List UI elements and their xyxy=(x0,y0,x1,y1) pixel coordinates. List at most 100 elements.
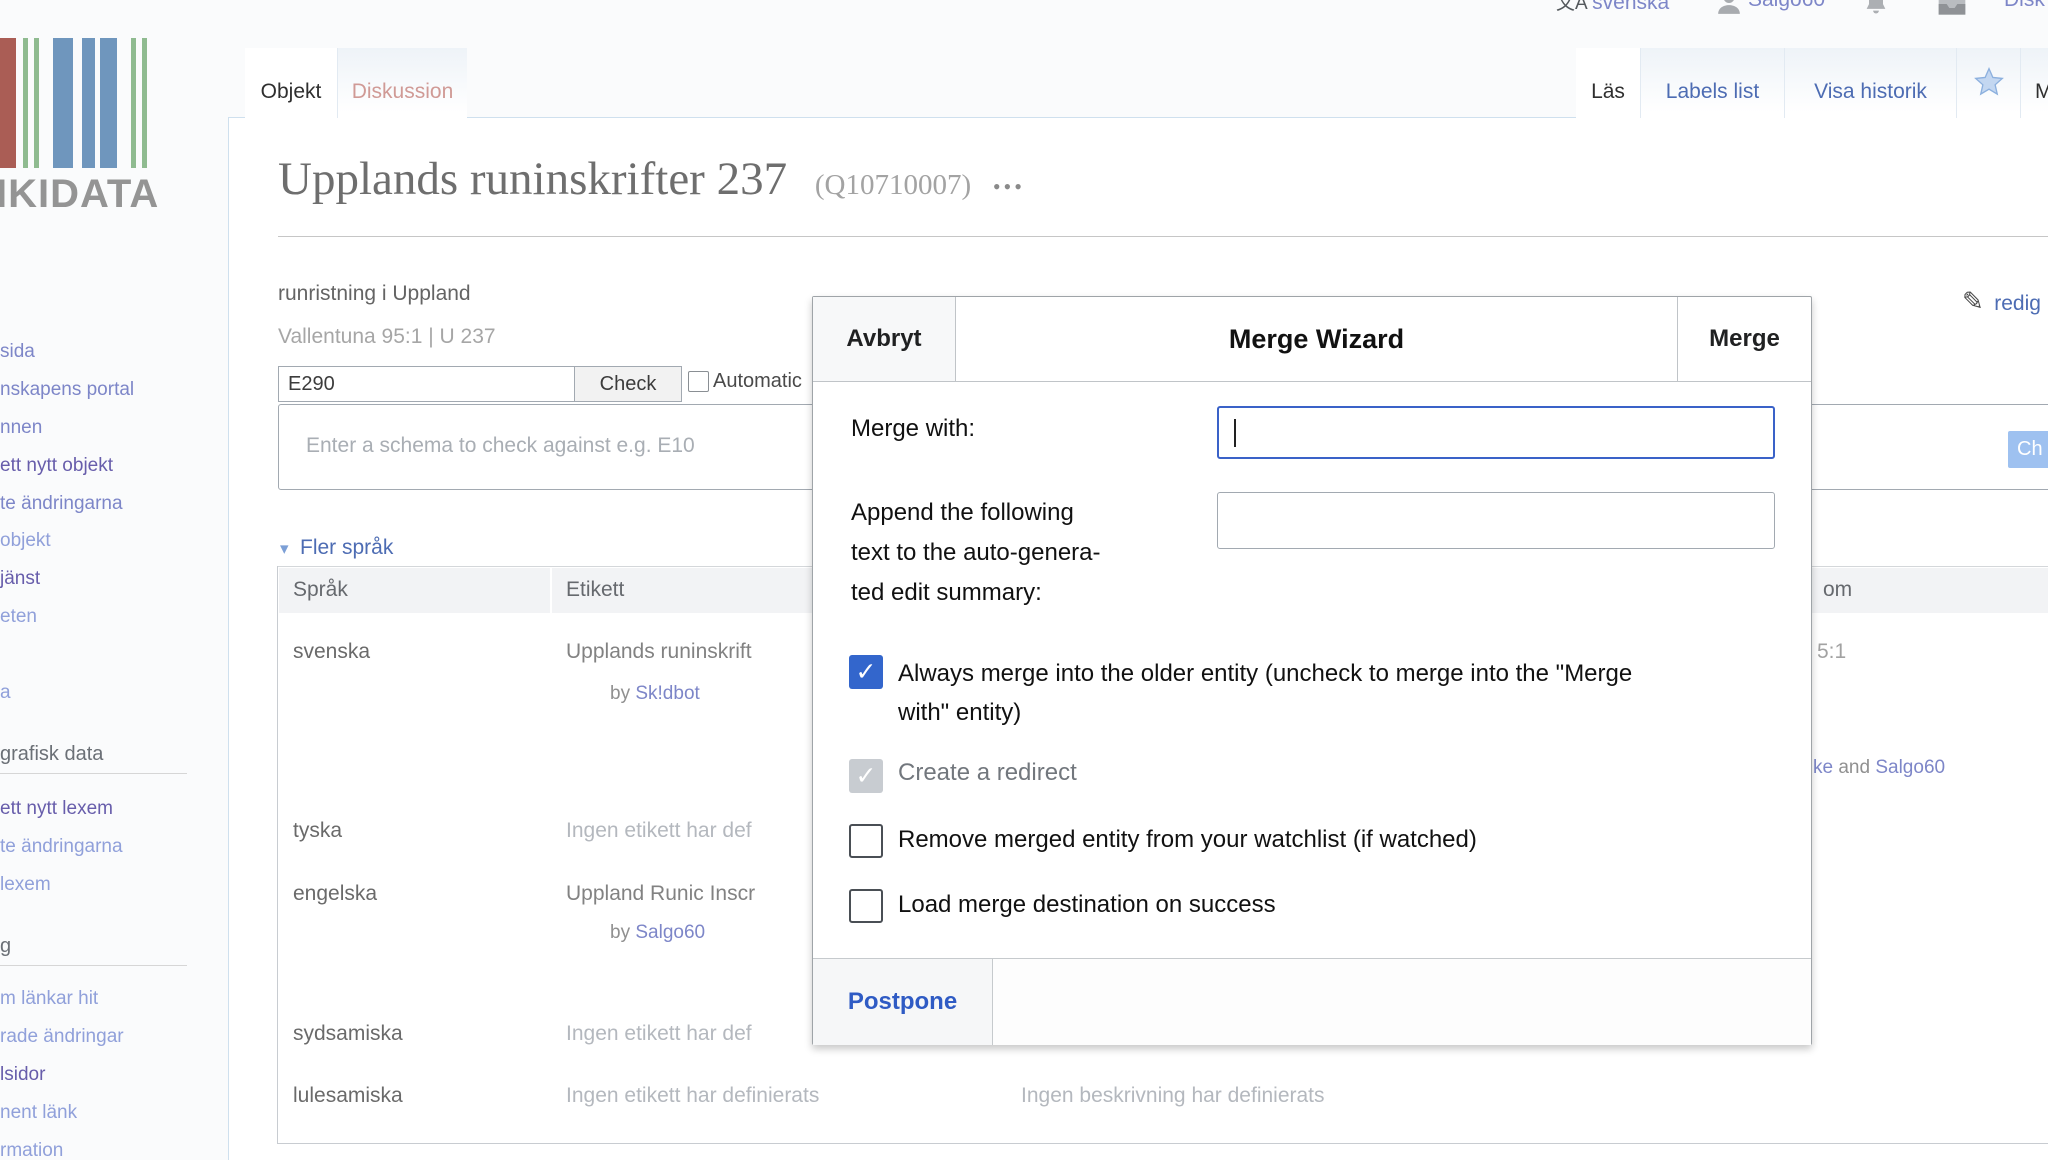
sidebar-header-lexicographic: grafisk data xyxy=(0,743,187,774)
language-selector[interactable]: 文A svenska xyxy=(1556,0,1669,15)
load-destination-label: Load merge destination on success xyxy=(898,891,1276,919)
append-summary-label: Append the following text to the auto-ge… xyxy=(851,493,1101,613)
label-attribution: by Sk!dbot xyxy=(610,683,700,705)
automatic-label: Automatic xyxy=(713,370,802,393)
sidebar-item[interactable]: jänst xyxy=(0,560,40,598)
table-row-language: engelska xyxy=(293,882,377,906)
entity-qid: (Q10710007) xyxy=(815,169,971,201)
schema-id-input[interactable] xyxy=(278,366,575,402)
star-icon xyxy=(1973,66,2005,104)
language-icon: 文A xyxy=(1556,0,1588,14)
more-languages-label: Fler språk xyxy=(300,536,393,559)
attribution-user-link[interactable]: Salgo60 xyxy=(1875,757,1945,778)
edit-control[interactable]: ✎ redig xyxy=(1962,286,2041,317)
sidebar-item[interactable]: rade ändringar xyxy=(0,1018,124,1056)
logo-bar xyxy=(53,38,73,168)
attribution-user-link[interactable]: ke xyxy=(1813,757,1833,778)
ellipsis-menu-icon[interactable]: ••• xyxy=(993,174,1025,199)
sidebar-item[interactable]: lsidor xyxy=(0,1056,45,1094)
tab-visa-historik[interactable]: Visa historik xyxy=(1784,48,1956,118)
table-bottom-border xyxy=(277,1143,2048,1144)
sidebar-item[interactable]: nnen xyxy=(0,409,42,447)
logo-bar xyxy=(131,38,136,168)
bell-icon[interactable] xyxy=(1862,0,1890,18)
cancel-button[interactable]: Avbryt xyxy=(813,297,956,381)
create-redirect-checkbox[interactable]: ✓ xyxy=(849,759,883,793)
column-header-alias-fragment: om xyxy=(1823,578,1852,602)
sidebar-item[interactable]: ett nytt objekt xyxy=(0,447,113,485)
username-link[interactable]: Salgo60 xyxy=(1748,0,1825,12)
alias-attribution: ke and Salgo60 xyxy=(1813,757,1945,779)
tab-las[interactable]: Läs xyxy=(1576,48,1640,118)
inbox-tray-icon[interactable] xyxy=(1936,0,1968,18)
alias-fragment: 5:1 xyxy=(1817,640,1846,664)
tab-diskussion[interactable]: Diskussion xyxy=(337,48,467,118)
sidebar-item[interactable]: nskapens portal xyxy=(0,371,134,409)
sidebar-item[interactable]: te ändringarna xyxy=(0,828,123,866)
merge-button[interactable]: Merge xyxy=(1677,297,1811,381)
edit-link[interactable]: redig xyxy=(1994,292,2041,315)
sidebar-item[interactable]: a xyxy=(0,674,11,712)
by-text: by xyxy=(610,683,630,704)
create-redirect-label: Create a redirect xyxy=(898,759,1077,787)
sidebar-item[interactable]: rmation xyxy=(0,1132,63,1160)
page: 文A svenska Salgo60 Disk IKIDATA sida nsk… xyxy=(0,0,2048,1160)
append-summary-input[interactable] xyxy=(1217,492,1775,549)
sidebar-item[interactable]: te ändringarna xyxy=(0,485,123,523)
logo-bar xyxy=(142,38,147,168)
load-destination-checkbox[interactable] xyxy=(849,889,883,923)
table-row-language: sydsamiska xyxy=(293,1022,403,1046)
wikidata-logo[interactable]: IKIDATA xyxy=(0,38,160,213)
sidebar-item[interactable]: ett nytt lexem xyxy=(0,790,113,828)
check-button[interactable]: Check xyxy=(574,366,682,402)
sidebar-item[interactable]: nent länk xyxy=(0,1094,77,1132)
attribution-user-link[interactable]: Salgo60 xyxy=(635,922,705,943)
tab-labels-list[interactable]: Labels list xyxy=(1640,48,1784,118)
postpone-button[interactable]: Postpone xyxy=(813,958,993,1045)
sidebar-item[interactable]: lexem xyxy=(0,866,51,904)
sidebar-item[interactable]: objekt xyxy=(0,522,51,560)
title-underline xyxy=(278,236,2048,237)
logo-bar xyxy=(34,38,39,168)
and-text: and xyxy=(1838,757,1870,778)
column-header-language: Språk xyxy=(293,578,348,602)
chevron-down-icon: ▾ xyxy=(280,539,289,558)
automatic-checkbox[interactable] xyxy=(688,371,709,392)
append-label-line: Append the following xyxy=(851,493,1101,533)
merge-with-label: Merge with: xyxy=(851,415,975,443)
check-icon: ✓ xyxy=(856,658,877,686)
table-row-description: Ingen beskrivning har definierats xyxy=(1021,1084,1325,1108)
logo-bar xyxy=(100,38,117,168)
merge-wizard-dialog: Avbryt Merge Wizard Merge Merge with: Ap… xyxy=(812,296,1812,1045)
pencil-icon: ✎ xyxy=(1962,286,1984,316)
schema-placeholder: Enter a schema to check against e.g. E10 xyxy=(306,434,695,458)
tab-watch-star[interactable] xyxy=(1956,48,2020,118)
table-row-label: Ingen etikett har def xyxy=(566,1022,752,1046)
table-row-label: Uppland Runic Inscr xyxy=(566,882,755,906)
attribution-user-link[interactable]: Sk!dbot xyxy=(635,683,699,704)
more-languages-toggle[interactable]: ▾ Fler språk xyxy=(280,536,393,560)
remove-watchlist-checkbox[interactable] xyxy=(849,824,883,858)
entity-title: Upplands runinskrifter 237 xyxy=(278,153,787,205)
merge-with-input[interactable] xyxy=(1217,406,1775,459)
entity-description: runristning i Uppland xyxy=(278,282,471,306)
remove-watchlist-label: Remove merged entity from your watchlist… xyxy=(898,826,1477,854)
table-row-label: Ingen etikett har def xyxy=(566,819,752,843)
talk-link[interactable]: Disk xyxy=(2004,0,2045,12)
table-row-language: tyska xyxy=(293,819,342,843)
text-cursor xyxy=(1234,419,1236,447)
column-header-label: Etikett xyxy=(566,578,624,602)
tab-objekt[interactable]: Objekt xyxy=(245,48,337,118)
check-icon: ✓ xyxy=(856,762,877,790)
check-button-right[interactable]: Ch xyxy=(2008,431,2048,468)
sidebar-header-tools: g xyxy=(0,935,187,966)
page-title: Upplands runinskrifter 237 (Q10710007) •… xyxy=(278,152,1025,206)
tab-more-menu[interactable]: M xyxy=(2020,48,2048,118)
sidebar-item[interactable]: eten xyxy=(0,598,37,636)
always-merge-older-label: Always merge into the older entity (unch… xyxy=(898,654,1688,732)
always-merge-older-checkbox[interactable]: ✓ xyxy=(849,655,883,689)
sidebar-item[interactable]: m länkar hit xyxy=(0,980,98,1018)
logo-bar xyxy=(23,38,28,168)
dialog-title: Merge Wizard xyxy=(956,297,1677,381)
sidebar-item[interactable]: sida xyxy=(0,333,35,371)
